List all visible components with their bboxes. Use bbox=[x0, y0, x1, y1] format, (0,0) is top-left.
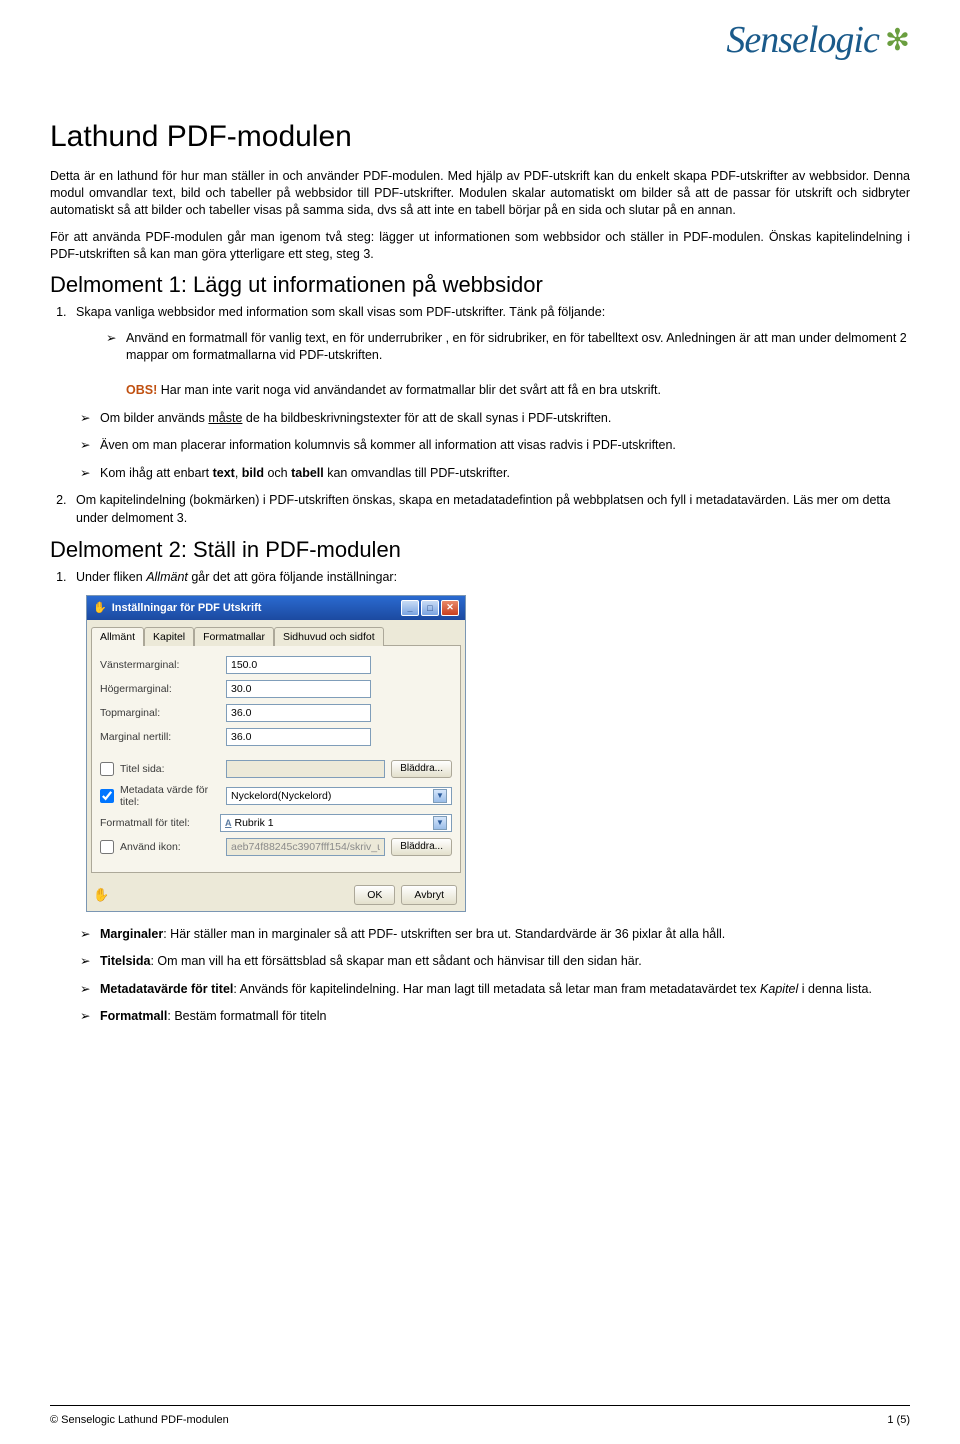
section-heading-1: Delmoment 1: Lägg ut informationen på we… bbox=[50, 272, 910, 298]
d2-li1-pre: Under fliken bbox=[76, 570, 146, 584]
checkbox-metadata[interactable] bbox=[100, 789, 114, 803]
checkbox-titelsida[interactable] bbox=[100, 762, 114, 776]
intro-paragraph-2: För att använda PDF-modulen går man igen… bbox=[50, 229, 910, 263]
label-titelsida: Titel sida: bbox=[120, 763, 220, 775]
b4-pre: Kom ihåg att enbart bbox=[100, 466, 213, 480]
chevron-down-icon: ▼ bbox=[433, 816, 447, 830]
label-ikon: Använd ikon: bbox=[120, 841, 220, 853]
chevron-down-icon: ▼ bbox=[433, 789, 447, 803]
obs-text: Har man inte varit noga vid användandet … bbox=[157, 383, 661, 397]
b4-m2: och bbox=[264, 466, 291, 480]
t-meta-post: i denna lista. bbox=[798, 982, 872, 996]
select-metadata[interactable]: Nyckelord(Nyckelord) ▼ bbox=[226, 787, 452, 805]
minimize-button[interactable]: _ bbox=[401, 600, 419, 616]
close-button[interactable]: ✕ bbox=[441, 600, 459, 616]
format-icon: A bbox=[225, 818, 232, 828]
brand-logo: Senselogic ✻ bbox=[726, 18, 910, 62]
d2-step-1: Under fliken Allmänt går det att göra fö… bbox=[70, 569, 910, 587]
bullet-format: Formatmall: Bestäm formatmall för titeln bbox=[80, 1008, 910, 1026]
browse-ikon-button[interactable]: Bläddra... bbox=[391, 838, 452, 856]
t-format: : Bestäm formatmall för titeln bbox=[167, 1009, 326, 1023]
label-topmarginal: Topmarginal: bbox=[100, 707, 220, 719]
bullet-komihag: Kom ihåg att enbart text, bild och tabel… bbox=[80, 465, 910, 483]
dialog-titlebar[interactable]: ✋ Inställningar för PDF Utskrift _ □ ✕ bbox=[87, 596, 465, 620]
t-meta-i: Kapitel bbox=[760, 982, 798, 996]
input-titelsida bbox=[226, 760, 385, 778]
label-vanstermarginal: Vänstermarginal: bbox=[100, 659, 220, 671]
label-formatmall: Formatmall för titel: bbox=[100, 817, 214, 829]
b4-text: text bbox=[213, 466, 235, 480]
b4-post: kan omvandlas till PDF-utskrifter. bbox=[324, 466, 510, 480]
step-2: Om kapitelindelning (bokmärken) i PDF-ut… bbox=[70, 492, 910, 527]
t-marginaler: : Här ställer man in marginaler så att P… bbox=[163, 927, 725, 941]
input-hogermarginal[interactable] bbox=[226, 680, 371, 698]
footer-divider bbox=[50, 1405, 910, 1406]
obs-label: OBS! bbox=[126, 383, 157, 397]
settings-dialog: ✋ Inställningar för PDF Utskrift _ □ ✕ A… bbox=[86, 595, 466, 912]
d2-li1-italic: Allmänt bbox=[146, 570, 188, 584]
b-titelsida: Titelsida bbox=[100, 954, 150, 968]
bullet-titelsida: Titelsida: Om man vill ha ett försättsbl… bbox=[80, 953, 910, 971]
t-meta-mid: : Används för kapitelindelning. Har man … bbox=[233, 982, 760, 996]
bullet-bilder-pre: Om bilder används bbox=[100, 411, 208, 425]
b4-bild: bild bbox=[242, 466, 264, 480]
b-marginaler: Marginaler bbox=[100, 927, 163, 941]
input-topmarginal[interactable] bbox=[226, 704, 371, 722]
tab-kapitel[interactable]: Kapitel bbox=[144, 627, 194, 646]
section-heading-2: Delmoment 2: Ställ in PDF-modulen bbox=[50, 537, 910, 563]
tab-formatmallar[interactable]: Formatmallar bbox=[194, 627, 274, 646]
input-vanstermarginal[interactable] bbox=[226, 656, 371, 674]
t-titelsida: : Om man vill ha ett försättsblad så ska… bbox=[150, 954, 641, 968]
label-marginal-nertill: Marginal nertill: bbox=[100, 731, 220, 743]
cancel-button[interactable]: Avbryt bbox=[401, 885, 457, 905]
page-title: Lathund PDF-modulen bbox=[50, 120, 910, 154]
b-meta: Metadatavärde för titel bbox=[100, 982, 233, 996]
b4-tabell: tabell bbox=[291, 466, 324, 480]
bullet-bilder: Om bilder används måste de ha bildbeskri… bbox=[80, 410, 910, 428]
bullet-formatmall-text: Använd en formatmall för vanlig text, en… bbox=[126, 331, 907, 363]
label-hogermarginal: Högermarginal: bbox=[100, 683, 220, 695]
bullet-metadata: Metadatavärde för titel: Används för kap… bbox=[80, 981, 910, 999]
label-metadata: Metadata värde för titel: bbox=[120, 784, 220, 808]
logo-mark-icon: ✻ bbox=[885, 23, 910, 58]
ok-button[interactable]: OK bbox=[354, 885, 395, 905]
footer-page-number: 1 (5) bbox=[887, 1414, 910, 1426]
bullet-kolumn: Även om man placerar information kolumnv… bbox=[80, 437, 910, 455]
bullet-formatmall: Använd en formatmall för vanlig text, en… bbox=[106, 330, 910, 400]
app-icon: ✋ bbox=[93, 601, 107, 614]
dialog-tabs: Allmänt Kapitel Formatmallar Sidhuvud oc… bbox=[87, 620, 465, 645]
tab-sidhuvud[interactable]: Sidhuvud och sidfot bbox=[274, 627, 384, 646]
dialog-title: Inställningar för PDF Utskrift bbox=[112, 602, 262, 614]
checkbox-ikon[interactable] bbox=[100, 840, 114, 854]
tab-panel-allmant: Vänstermarginal: Högermarginal: Topmargi… bbox=[91, 645, 461, 873]
input-marginal-nertill[interactable] bbox=[226, 728, 371, 746]
bullet-bilder-post: de ha bildbeskrivningstexter för att de … bbox=[242, 411, 611, 425]
logo-text: Senselogic bbox=[726, 18, 879, 62]
b4-m1: , bbox=[235, 466, 242, 480]
tab-allmant[interactable]: Allmänt bbox=[91, 627, 144, 646]
footer-left: © Senselogic Lathund PDF-modulen bbox=[50, 1414, 229, 1426]
select-formatmall-value: ARubrik 1 bbox=[225, 817, 274, 829]
step-1: Skapa vanliga webbsidor med information … bbox=[70, 304, 910, 400]
maximize-button[interactable]: □ bbox=[421, 600, 439, 616]
step-1-text: Skapa vanliga webbsidor med information … bbox=[76, 305, 605, 319]
page-footer: © Senselogic Lathund PDF-modulen 1 (5) bbox=[50, 1414, 910, 1426]
intro-paragraph-1: Detta är en lathund för hur man ställer … bbox=[50, 168, 910, 219]
select-metadata-value: Nyckelord(Nyckelord) bbox=[231, 790, 331, 802]
hand-icon: ✋ bbox=[87, 883, 115, 907]
bullet-bilder-underline: måste bbox=[208, 411, 242, 425]
input-ikon bbox=[226, 838, 385, 856]
d2-li1-post: går det att göra följande inställningar: bbox=[188, 570, 397, 584]
select-formatmall[interactable]: ARubrik 1 ▼ bbox=[220, 814, 452, 832]
browse-titelsida-button[interactable]: Bläddra... bbox=[391, 760, 452, 778]
bullet-marginaler: Marginaler: Här ställer man in marginale… bbox=[80, 926, 910, 944]
b-format: Formatmall bbox=[100, 1009, 167, 1023]
